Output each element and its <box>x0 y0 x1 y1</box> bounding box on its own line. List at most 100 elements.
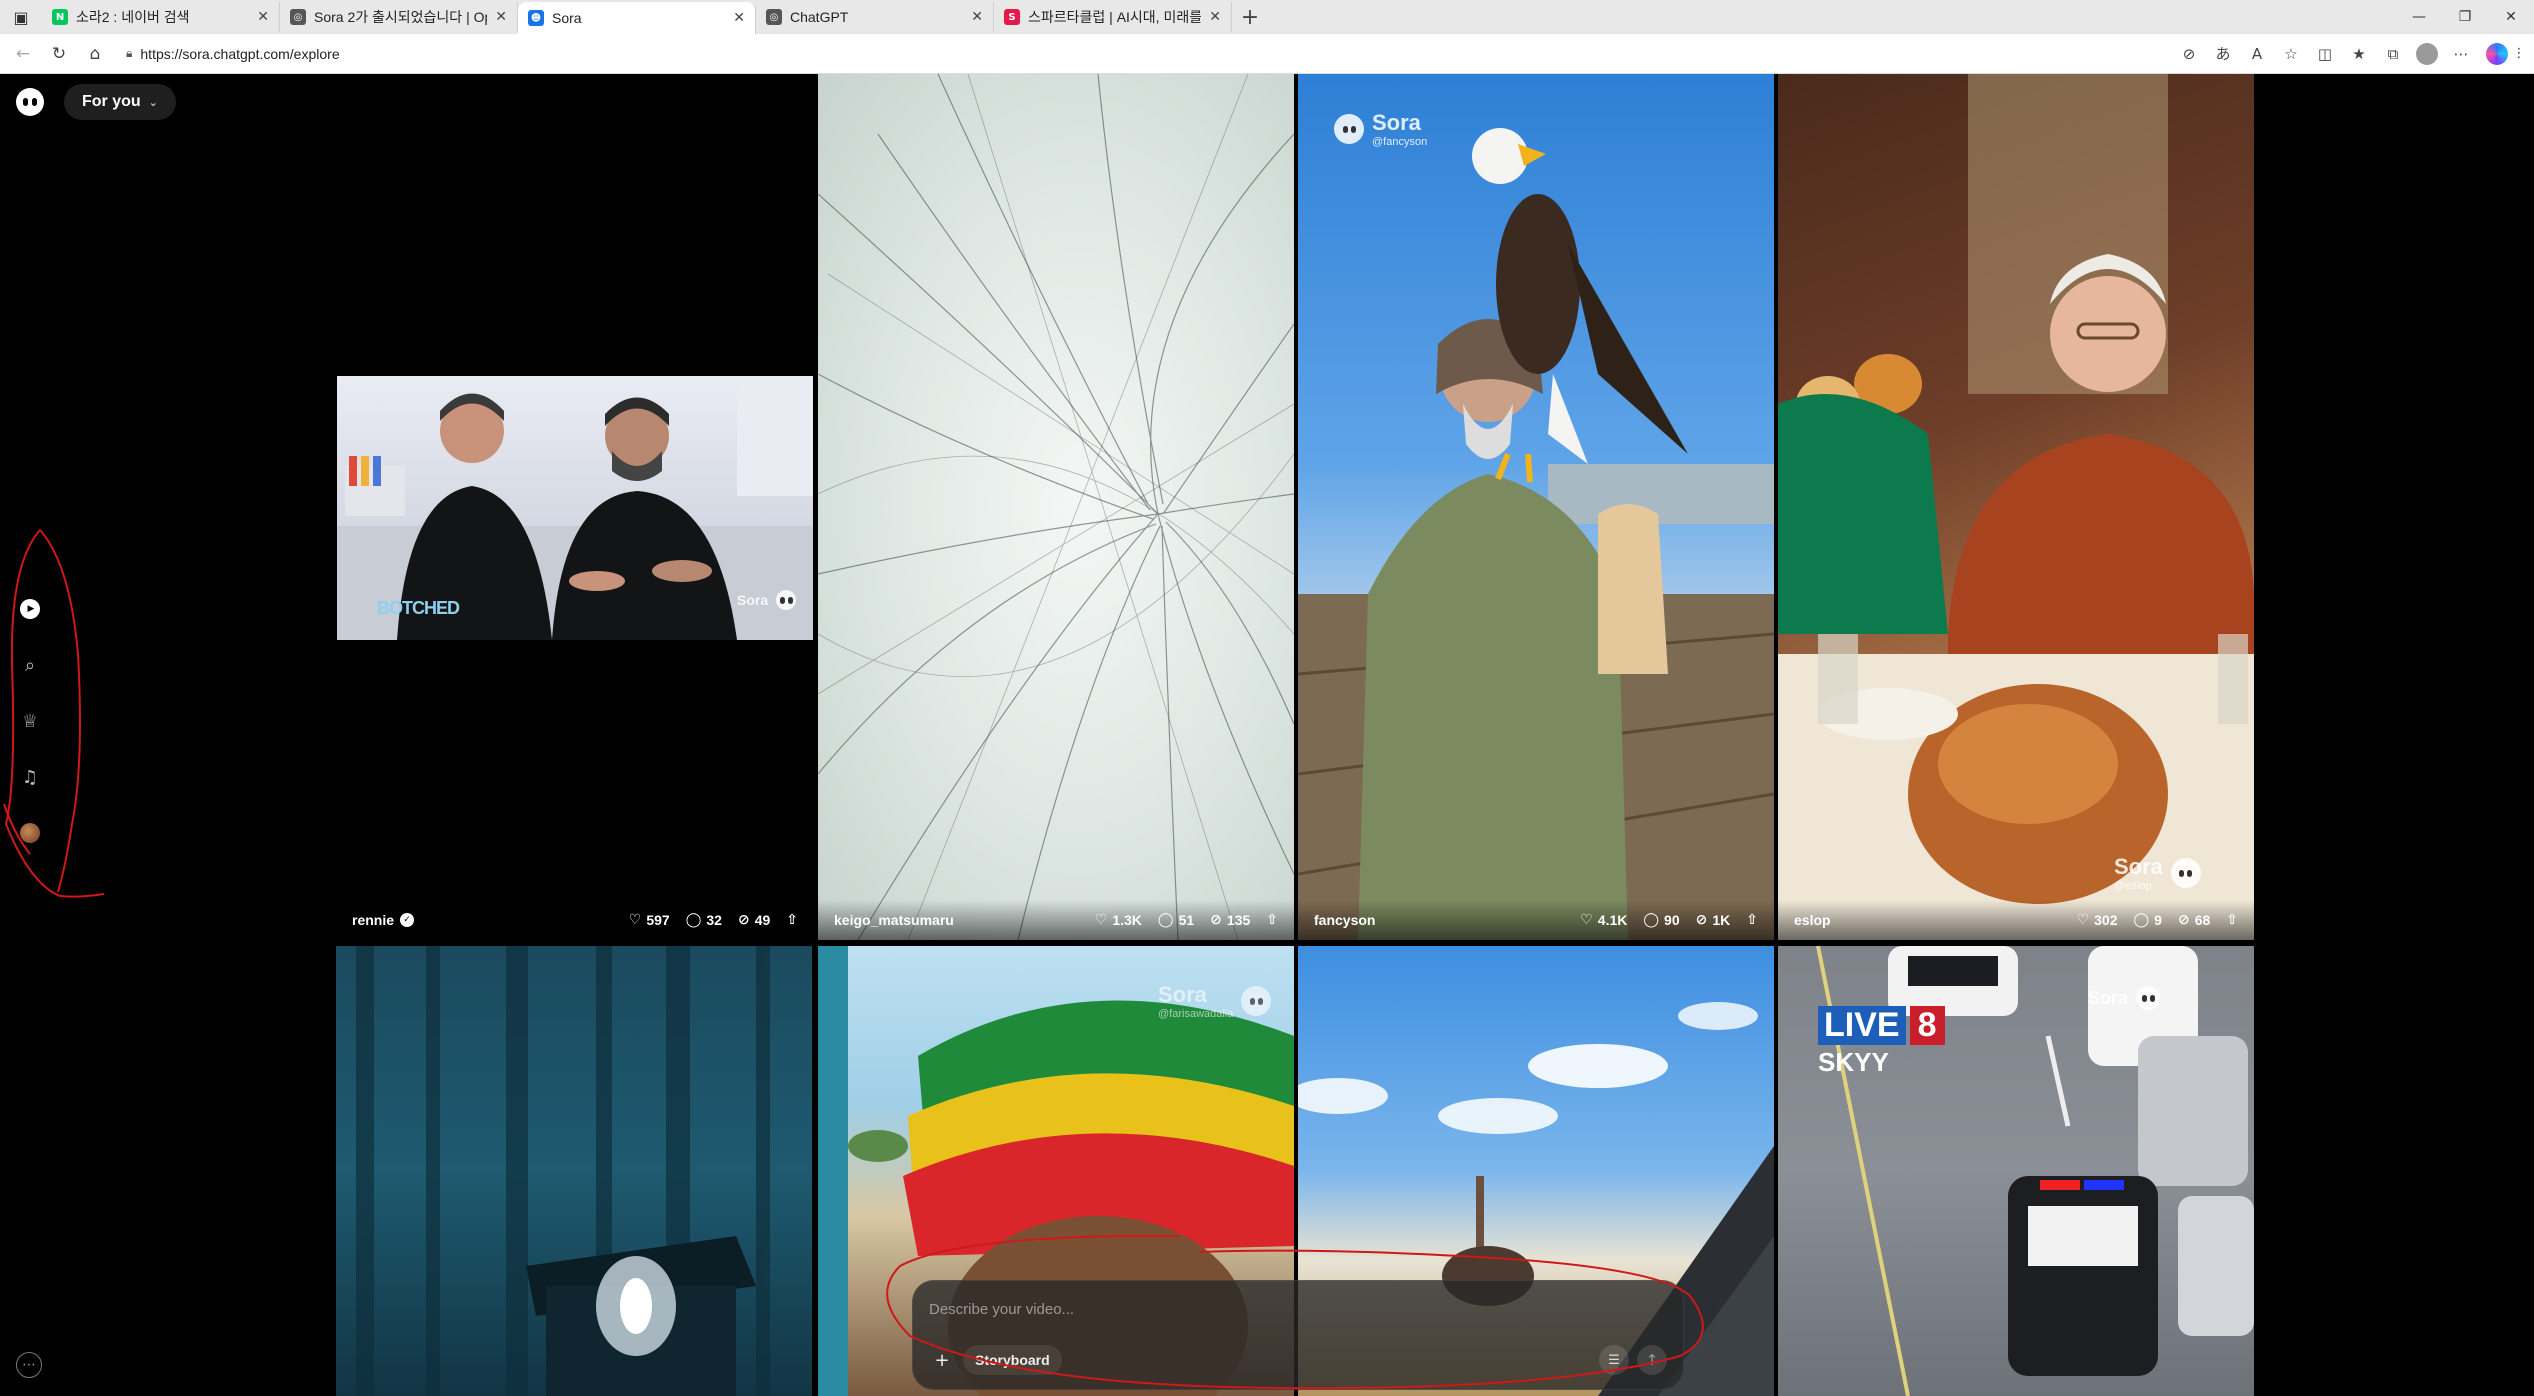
browser-tab[interactable]: ◎ Sora 2가 출시되었습니다 | OpenAI ✕ <box>280 2 518 32</box>
remix-button[interactable]: ⊘ 135 <box>1210 912 1250 928</box>
read-aloud-icon[interactable]: A <box>2242 39 2272 69</box>
nav-explore[interactable]: ▶ <box>15 594 45 624</box>
browser-tab[interactable]: ◎ ChatGPT ✕ <box>756 2 994 32</box>
heart-icon: ♡ <box>1094 912 1108 928</box>
sora-explore-page: For you ⌄ ▶ ⌕ ♕ ♫ ⋯ BOTCHED Sora rennie … <box>0 74 2534 1396</box>
close-window-icon[interactable]: ✕ <box>2488 0 2534 34</box>
settings-button[interactable]: ☰ <box>1599 1345 1629 1375</box>
more-options-icon[interactable]: ⋯ <box>2446 39 2476 69</box>
browser-tab[interactable]: ☻ Sora ✕ <box>518 2 756 34</box>
url-field[interactable]: 🔒︎ https://sora.chatgpt.com/explore <box>116 39 2168 69</box>
video-meta-bar: fancyson ♡ 4.1K ◯ 90 ⊘ 1K ⇧ <box>1298 900 1774 940</box>
video-card[interactable]: Sora @eslop eslop ♡ 302 ◯ 9 ⊘ 68 ⇧ <box>1778 74 2254 940</box>
comment-count: 32 <box>706 912 722 928</box>
tab-close-icon[interactable]: ✕ <box>733 10 745 26</box>
share-button[interactable]: ⇧ <box>1266 912 1278 928</box>
like-count: 302 <box>2094 912 2118 928</box>
video-author[interactable]: fancyson <box>1314 912 1375 928</box>
sora-watermark: Sora @eslop <box>2114 854 2201 892</box>
heart-icon: ♡ <box>2076 912 2090 928</box>
news-overlay: LIVE 8 SKYY <box>1818 1006 1945 1078</box>
browser-tab[interactable]: S 스파르타클럽 | AI시대, 미래를 준비 ✕ <box>994 2 1232 32</box>
address-bar-actions: ⊘ あ A ☆ ◫ ★ ⧉ ⋯ ⋮ <box>2174 39 2526 69</box>
describe-video-input[interactable] <box>929 1295 1649 1323</box>
avatar <box>20 823 40 843</box>
favorites-icon[interactable]: ★ <box>2344 39 2374 69</box>
nav-leaderboard[interactable]: ♕ <box>15 706 45 736</box>
comment-icon: ◯ <box>1157 912 1174 928</box>
video-card[interactable]: BOTCHED Sora rennie ✓ ♡ 597 ◯ 32 ⊘ 49 ⇧ <box>336 74 814 940</box>
trophy-icon: ♕ <box>21 710 39 732</box>
video-thumbnail: BOTCHED Sora <box>337 376 813 640</box>
send-button[interactable]: ↑ <box>1637 1345 1667 1375</box>
restore-icon[interactable]: ❐ <box>2442 0 2488 34</box>
like-button[interactable]: ♡ 302 <box>2077 912 2118 928</box>
tab-actions-icon[interactable]: ▣ <box>0 0 42 34</box>
tab-close-icon[interactable]: ✕ <box>257 9 269 25</box>
nav-search[interactable]: ⌕ <box>15 650 45 680</box>
video-stats: ♡ 4.1K ◯ 90 ⊘ 1K ⇧ <box>1580 912 1758 928</box>
tab-title: 소라2 : 네이버 검색 <box>76 9 190 25</box>
remix-count: 135 <box>1226 912 1251 928</box>
comment-button[interactable]: ◯ 90 <box>1643 912 1679 928</box>
remix-button[interactable]: ⊘ 68 <box>2178 912 2210 928</box>
nav-notifications[interactable]: ♫ <box>15 762 45 792</box>
feed-selector-dropdown[interactable]: For you ⌄ <box>64 84 176 120</box>
storyboard-button[interactable]: Storyboard <box>963 1345 1062 1375</box>
share-button[interactable]: ⇧ <box>2226 912 2238 928</box>
comment-button[interactable]: ◯ 51 <box>1158 912 1194 928</box>
video-author[interactable]: keigo_matsumaru <box>834 912 954 928</box>
sora-watermark-text: Sora <box>1372 110 1421 135</box>
chevron-down-icon: ⌄ <box>148 95 158 109</box>
sketch-scene-illustration <box>818 74 1294 940</box>
show-logo: BOTCHED <box>377 598 460 619</box>
share-icon: ⇧ <box>1266 912 1278 928</box>
comment-button[interactable]: ◯ 9 <box>2133 912 2161 928</box>
video-card[interactable]: Sora @fancyson fancyson ♡ 4.1K ◯ 90 ⊘ 1K ⇧ <box>1298 74 1774 940</box>
comment-icon: ◯ <box>2133 912 2150 928</box>
like-button[interactable]: ♡ 1.3K <box>1095 912 1142 928</box>
remix-icon: ⊘ <box>737 912 750 928</box>
tab-close-icon[interactable]: ✕ <box>971 9 983 25</box>
reload-icon[interactable]: ↻ <box>44 39 74 69</box>
minimize-icon[interactable]: — <box>2396 0 2442 34</box>
sora-watermark-text: Sora <box>1158 982 1207 1007</box>
like-button[interactable]: ♡ 597 <box>629 912 670 928</box>
new-tab-button[interactable]: + <box>1232 0 1268 34</box>
comment-button[interactable]: ◯ 32 <box>686 912 722 928</box>
remix-icon: ⊘ <box>1695 912 1708 928</box>
more-menu-icon[interactable]: ⋯ <box>16 1352 42 1378</box>
remix-button[interactable]: ⊘ 49 <box>738 912 770 928</box>
verified-badge-icon: ✓ <box>400 913 415 927</box>
share-button[interactable]: ⇧ <box>786 912 798 928</box>
video-card[interactable]: keigo_matsumaru ♡ 1.3K ◯ 51 ⊘ 135 ⇧ <box>818 74 1294 940</box>
browser-tab[interactable]: N 소라2 : 네이버 검색 ✕ <box>42 2 280 32</box>
like-count: 1.3K <box>1112 912 1142 928</box>
like-count: 4.1K <box>1597 912 1628 928</box>
video-meta-bar: rennie ✓ ♡ 597 ◯ 32 ⊘ 49 ⇧ <box>336 900 814 940</box>
video-card[interactable]: LIVE 8 SKYY Sora <box>1778 946 2254 1396</box>
video-author[interactable]: eslop <box>1794 912 1831 928</box>
sora-watermark-text: Sora <box>737 592 769 608</box>
site-info-icon[interactable]: 🔒︎ <box>126 46 132 61</box>
remix-button[interactable]: ⊘ 1K <box>1696 912 1731 928</box>
collections-icon[interactable]: ⧉ <box>2378 39 2408 69</box>
share-button[interactable]: ⇧ <box>1746 912 1758 928</box>
nav-profile[interactable] <box>15 818 45 848</box>
split-screen-icon[interactable]: ◫ <box>2310 39 2340 69</box>
favorite-star-icon[interactable]: ☆ <box>2276 39 2306 69</box>
copilot-icon[interactable] <box>2486 42 2508 65</box>
profile-avatar[interactable] <box>2416 42 2438 65</box>
translate-icon[interactable]: あ <box>2208 39 2238 69</box>
sora-logo-icon[interactable] <box>16 88 44 116</box>
video-author[interactable]: rennie ✓ <box>352 912 415 928</box>
like-button[interactable]: ♡ 4.1K <box>1580 912 1627 928</box>
video-card[interactable] <box>336 946 812 1396</box>
tracking-prevention-icon[interactable]: ⊘ <box>2174 39 2204 69</box>
tab-close-icon[interactable]: ✕ <box>1209 9 1221 25</box>
tab-close-icon[interactable]: ✕ <box>495 9 507 25</box>
back-icon[interactable]: ← <box>8 39 38 69</box>
home-icon[interactable]: ⌂ <box>80 39 110 69</box>
like-count: 597 <box>646 912 670 928</box>
add-media-button[interactable]: + <box>927 1345 957 1375</box>
